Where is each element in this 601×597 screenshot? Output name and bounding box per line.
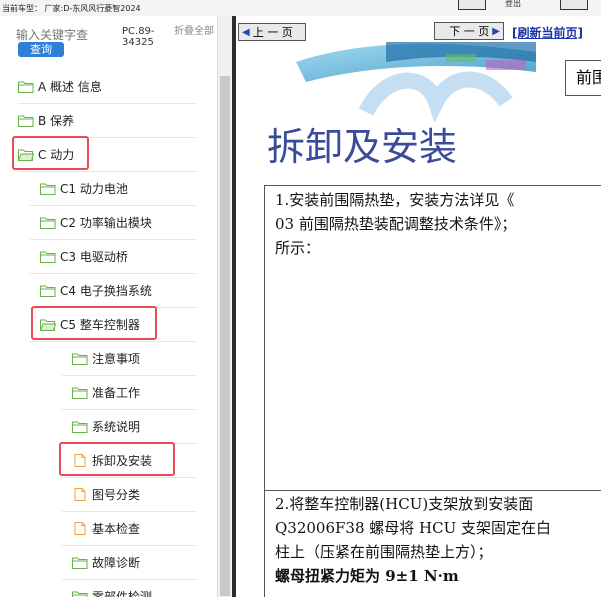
folder-icon [72, 353, 88, 365]
tree-item[interactable]: C1 动力电池 [40, 175, 128, 201]
torque-spec: 螺母扭紧力矩为 9±1 N·m [275, 567, 459, 585]
top-bar: 当前车型： 厂家:D-东风风行菱智2024 登出 [0, 0, 601, 16]
tree-row-separator [62, 545, 196, 546]
banner-block [486, 60, 526, 70]
document-icon [74, 521, 86, 535]
prev-page-button[interactable]: ◀ 上 一 页 [238, 23, 306, 41]
tree-row-separator [62, 477, 196, 478]
tree-item[interactable]: 基本检查 [72, 515, 140, 541]
next-page-label: 下 一 页 [449, 25, 490, 38]
page-title: 拆卸及安装 [267, 125, 458, 169]
banner-block [446, 54, 476, 62]
tree-item[interactable]: A 概述 信息 [18, 73, 102, 99]
folder-icon [40, 285, 56, 297]
document-tab[interactable]: 前围 [565, 60, 601, 96]
tree-item[interactable]: C4 电子换挡系统 [40, 277, 152, 303]
document-panel: ◀ 上 一 页 下 一 页 ▶ [刷新当前页] 前围 拆卸及安装 1.安装前围隔… [236, 16, 601, 597]
pc-code: PC.89-34325 [122, 26, 155, 48]
search-row: 查询 PC.89-34325 折叠全部 [0, 16, 232, 70]
step-1-line: 所示： [275, 239, 321, 257]
step-1-line: 03 前围隔热垫装配调整技术条件》； [275, 215, 517, 233]
tree-row-separator [30, 205, 196, 206]
logout-link[interactable]: 登出 [505, 0, 521, 9]
arrow-right-icon: ▶ [492, 25, 500, 37]
highlight-box [59, 442, 175, 476]
document-icon [74, 487, 86, 501]
watermark-shape [358, 71, 513, 122]
tree-row-separator [30, 239, 196, 240]
prev-page-label: 上 一 页 [252, 26, 293, 39]
tree-scrollbar[interactable] [217, 16, 233, 597]
tree-item-label: 图号分类 [92, 487, 141, 502]
tree-item-label: C4 电子换挡系统 [60, 283, 152, 298]
tree-row-separator [18, 103, 196, 104]
refresh-link[interactable]: [刷新当前页] [512, 24, 583, 41]
folder-icon [72, 591, 88, 597]
step-2: 2.将整车控制器(HCU)支架放到安装面 Q32006F38 螺母将 HCU 支… [275, 492, 551, 588]
tree-row-separator [30, 341, 196, 342]
tree-item-label: C3 电驱动桥 [60, 249, 128, 264]
tree-item-label: 系统说明 [92, 419, 141, 434]
tree-item[interactable]: 图号分类 [72, 481, 140, 507]
tree-item-label: C2 功率输出模块 [60, 215, 152, 230]
collapse-all-button[interactable]: 折叠全部 [174, 26, 214, 37]
tree-row-separator [62, 375, 196, 376]
tree-item[interactable]: 零部件检测 [72, 583, 152, 597]
tree-item[interactable]: 故障诊断 [72, 549, 140, 575]
toolbar-button[interactable] [560, 0, 588, 10]
tree-row-separator [62, 409, 196, 410]
scrollbar-thumb[interactable] [220, 76, 230, 596]
highlight-box [12, 136, 89, 170]
banner-graphic [296, 42, 536, 122]
tree-item-label: 故障诊断 [92, 555, 141, 570]
step-1-line: 1.安装前围隔热垫，安装方法详见《 [275, 191, 515, 209]
tree-item-label: 注意事项 [92, 351, 141, 366]
tree-item-label: C1 动力电池 [60, 181, 128, 196]
search-button[interactable]: 查询 [18, 42, 64, 57]
tree-row-separator [62, 511, 196, 512]
tree-item[interactable]: C2 功率输出模块 [40, 209, 152, 235]
instruction-table: 1.安装前围隔热垫，安装方法详见《 03 前围隔热垫装配调整技术条件》； 所示：… [264, 185, 601, 597]
tree-item-label: 基本检查 [92, 521, 141, 536]
tree-item-label: 准备工作 [92, 385, 141, 400]
folder-icon [72, 421, 88, 433]
step-2-line: Q32006F38 螺母将 HCU 支架固定在白 [275, 519, 552, 537]
nav-bar: ◀ 上 一 页 下 一 页 ▶ [刷新当前页] [236, 16, 601, 44]
step-2-line: 2.将整车控制器(HCU)支架放到安装面 [275, 495, 534, 513]
tree-item[interactable]: 注意事项 [72, 345, 140, 371]
tree-row-separator [30, 273, 196, 274]
tree-item[interactable]: 系统说明 [72, 413, 140, 439]
tree-row-separator [62, 579, 196, 580]
folder-icon [40, 217, 56, 229]
tree-row-separator [18, 171, 196, 172]
tree-item-label: B 保养 [38, 113, 75, 128]
folder-icon [18, 81, 34, 93]
tree-item[interactable]: C3 电驱动桥 [40, 243, 128, 269]
folder-icon [18, 115, 34, 127]
folder-icon [40, 183, 56, 195]
arrow-left-icon: ◀ [242, 26, 250, 38]
highlight-box [31, 306, 157, 340]
folder-icon [72, 387, 88, 399]
search-input[interactable] [16, 28, 92, 42]
tree-item[interactable]: B 保养 [18, 107, 74, 133]
toolbar-button[interactable] [458, 0, 486, 10]
left-panel: 查询 PC.89-34325 折叠全部 A 概述 信息B 保养C 动力C1 动力… [0, 16, 232, 597]
table-divider [265, 490, 601, 491]
next-page-button[interactable]: 下 一 页 ▶ [434, 22, 504, 40]
tree-item[interactable]: 准备工作 [72, 379, 140, 405]
tree-item-label: A 概述 信息 [38, 79, 102, 94]
tree-item-label: 零部件检测 [92, 589, 153, 597]
step-2-line: 柱上（压紧在前围隔热垫上方）； [275, 543, 493, 561]
folder-icon [72, 557, 88, 569]
step-1: 1.安装前围隔热垫，安装方法详见《 03 前围隔热垫装配调整技术条件》； 所示： [275, 188, 516, 260]
folder-icon [40, 251, 56, 263]
vehicle-label: 当前车型： 厂家:D-东风风行菱智2024 [2, 4, 141, 13]
